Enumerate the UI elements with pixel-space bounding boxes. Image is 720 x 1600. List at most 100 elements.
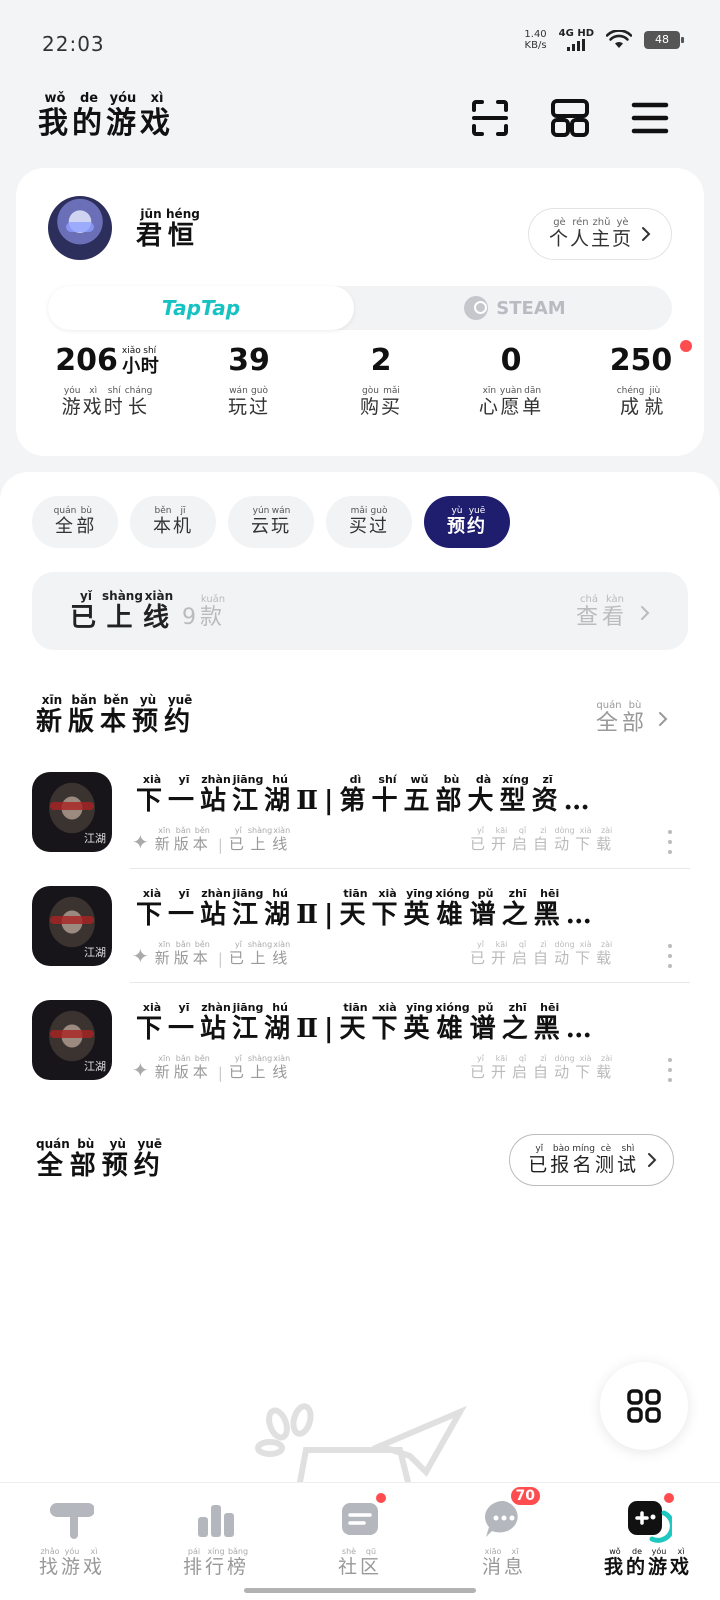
ruby-pinyin: jiāng xyxy=(232,888,265,900)
ruby-pinyin: shí xyxy=(103,386,125,396)
ruby-pinyin: jiāng xyxy=(232,1002,265,1014)
filter-chip[interactable]: 云yún 玩wán xyxy=(228,496,314,548)
ruby-pinyin: xióng xyxy=(435,888,470,900)
ruby-char: Ⅱ xyxy=(296,900,324,930)
filter-chip[interactable]: 买mǎi 过guò xyxy=(326,496,412,548)
view-online-link[interactable]: 查chá看kàn xyxy=(576,594,652,631)
steam-icon xyxy=(464,296,489,320)
ruby-char: 全quán xyxy=(54,506,77,538)
registered-tests-button[interactable]: 已yǐ报bào名míng测cè试shì xyxy=(509,1134,674,1186)
game-row[interactable]: 江湖 下xià一yī站zhàn江jiāng湖húⅡ|天tiān下xià英yīng雄… xyxy=(32,886,688,990)
see-all-link[interactable]: 全quán部bù xyxy=(596,700,670,737)
stat-item[interactable]: 0 心xīn愿yuàn单dān xyxy=(446,338,576,419)
notification-dot xyxy=(374,1491,388,1505)
ruby-pinyin: xià xyxy=(371,1002,404,1014)
layout-grid-icon[interactable] xyxy=(548,96,592,140)
ruby-char: 五wǔ xyxy=(404,774,436,816)
ruby-base: 单 xyxy=(522,396,544,418)
game-title[interactable]: 下xià一yī站zhàn江jiāng湖húⅡ|第dì十shí五wǔ部bù大dà型… xyxy=(136,774,664,817)
ruby-base: 报 xyxy=(550,1153,573,1176)
more-options-icon[interactable] xyxy=(666,830,674,854)
more-options-icon[interactable] xyxy=(666,944,674,968)
ruby-base: | xyxy=(324,786,340,816)
ruby-char: 天tiān xyxy=(339,1002,371,1044)
filter-chip[interactable]: 全quán 部bù xyxy=(32,496,118,548)
ruby-pinyin: bǎn xyxy=(173,826,193,835)
ruby-base: 下 xyxy=(575,949,597,967)
ruby-char: 下xià xyxy=(575,1054,596,1081)
ruby-pinyin: dòng xyxy=(554,826,576,835)
ruby-char: 第dì xyxy=(339,774,371,816)
game-icon[interactable]: 江湖 xyxy=(32,886,112,966)
ruby-char: 自zì xyxy=(533,1054,554,1081)
ruby-char: 已yǐ xyxy=(470,1054,491,1081)
nav-item[interactable]: 70 消xiāo息xī xyxy=(432,1485,576,1591)
ruby-pinyin: bǎng xyxy=(227,1547,250,1556)
unread-count-badge: 70 xyxy=(508,1485,542,1507)
tab-taptap[interactable]: TapTap xyxy=(48,286,354,330)
nav-item[interactable]: 排pái行xíng榜bǎng xyxy=(144,1495,288,1591)
personal-homepage-button[interactable]: 个gè人rén主zhǔ页yè xyxy=(527,208,672,260)
stat-item[interactable]: 39 玩wán过guò xyxy=(184,338,314,419)
ruby-base: 湖 xyxy=(264,1014,297,1044)
ruby-pinyin: yī xyxy=(168,888,201,900)
ruby-char: 资zī xyxy=(532,774,564,816)
game-icon[interactable]: 江湖 xyxy=(32,772,112,852)
home-indicator[interactable] xyxy=(244,1588,476,1593)
nav-item[interactable]: 找zhǎo游yóu戏xì xyxy=(0,1495,144,1591)
ruby-pinyin: bù xyxy=(621,700,648,711)
ruby-pinyin: dòng xyxy=(554,1054,576,1063)
stat-item[interactable]: 250 成chéng就jiù xyxy=(576,338,706,419)
ruby-pinyin: yù xyxy=(101,1137,134,1151)
game-status: 已yǐ上shàng线xiàn xyxy=(229,826,291,854)
ruby-base: 载 xyxy=(596,1063,618,1081)
ruby-base: 英 xyxy=(403,1014,436,1044)
ruby-pinyin: wǒ xyxy=(38,91,72,106)
nav-item[interactable]: 我wǒ的de游yóu戏xì xyxy=(576,1491,720,1591)
ruby-pinyin: kāi xyxy=(491,1054,513,1063)
ruby-base: Ⅱ xyxy=(296,1014,324,1044)
ruby-char: 买mǎi xyxy=(349,506,369,538)
ruby-pinyin: pǔ xyxy=(469,888,502,900)
ruby-base: 部 xyxy=(435,786,468,816)
ruby-char: 本běn xyxy=(193,1054,212,1081)
ruby-pinyin: yù xyxy=(132,693,165,707)
stat-item[interactable]: 206 小xiǎo时shí 游yóu戏xì时shí长cháng xyxy=(42,338,172,419)
ruby-char: 新xīn xyxy=(155,1054,174,1081)
ruby-base: 自 xyxy=(533,949,555,967)
ruby-pinyin: yè xyxy=(611,217,633,228)
ruby-char: … xyxy=(566,900,598,930)
more-options-icon[interactable] xyxy=(666,1058,674,1082)
ruby-base: 戏 xyxy=(82,396,104,418)
ruby-base: 游 xyxy=(106,106,140,141)
game-icon[interactable]: 江湖 xyxy=(32,1000,112,1080)
ruby-char: 开kāi xyxy=(491,1054,512,1081)
ruby-pinyin: xiàn xyxy=(272,826,292,835)
ruby-char: 线xiàn xyxy=(272,826,291,853)
game-title[interactable]: 下xià一yī站zhàn江jiāng湖húⅡ|天tiān下xià英yīng雄xi… xyxy=(136,888,664,931)
game-row[interactable]: 江湖 下xià一yī站zhàn江jiāng湖húⅡ|天tiān下xià英yīng雄… xyxy=(32,1000,688,1104)
ruby-base: Ⅱ xyxy=(296,786,324,816)
menu-icon[interactable] xyxy=(628,96,672,140)
scan-icon[interactable] xyxy=(468,96,512,140)
ruby-base: 部 xyxy=(76,516,97,537)
net-speed-value: 1.40 xyxy=(524,28,547,40)
avatar[interactable] xyxy=(48,196,112,260)
tab-steam[interactable]: STEAM xyxy=(358,286,672,330)
ruby-char: 个gè xyxy=(549,217,570,250)
online-games-bar[interactable]: 已yǐ上shàng线xiàn 9款kuǎn 查chá看kàn xyxy=(32,572,688,650)
game-title[interactable]: 下xià一yī站zhàn江jiāng湖húⅡ|天tiān下xià英yīng雄xi… xyxy=(136,1002,664,1045)
game-status: 已yǐ上shàng线xiàn xyxy=(229,1054,291,1082)
ruby-char: 的de xyxy=(72,91,106,141)
ruby-pinyin: cè xyxy=(594,1143,617,1154)
ruby-pinyin: shàng xyxy=(247,1054,273,1063)
ruby-base: 动 xyxy=(554,949,576,967)
filter-chip[interactable]: 预yù 约yuē xyxy=(424,496,510,548)
ruby-base: 戏 xyxy=(670,1556,693,1578)
game-row[interactable]: 江湖 下xià一yī站zhàn江jiāng湖húⅡ|第dì十shí五wǔ部bù大d… xyxy=(32,772,688,876)
filter-chip[interactable]: 本běn 机jī xyxy=(130,496,216,548)
stat-item[interactable]: 2 购gòu买mǎi xyxy=(316,338,446,419)
ruby-pinyin: wǔ xyxy=(403,774,436,786)
nav-item[interactable]: 社shè区qū xyxy=(288,1491,432,1591)
quick-grid-button[interactable] xyxy=(600,1362,688,1450)
